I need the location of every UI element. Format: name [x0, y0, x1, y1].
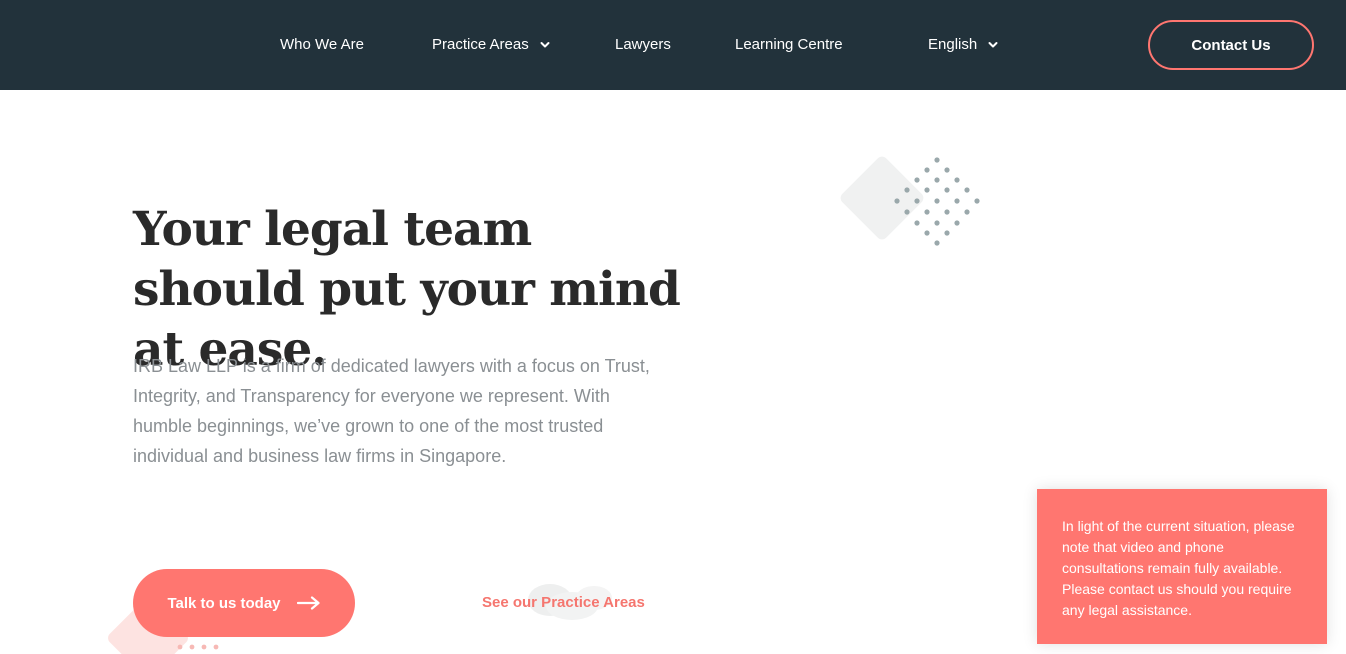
notice-text: In light of the current situation, pleas… — [1062, 518, 1295, 618]
talk-to-us-label: Talk to us today — [167, 594, 281, 612]
nav-lawyers[interactable]: Lawyers — [615, 34, 671, 56]
see-practice-areas-link[interactable]: See our Practice Areas — [482, 593, 645, 613]
language-selector-label: English — [928, 36, 978, 53]
language-selector[interactable]: English — [928, 34, 999, 56]
nav-practice-areas[interactable]: Practice Areas — [432, 34, 551, 56]
nav-lawyers-label: Lawyers — [615, 36, 671, 53]
arrow-right-icon — [296, 596, 320, 610]
diamond-dots-decoration — [840, 156, 980, 246]
talk-to-us-button[interactable]: Talk to us today — [133, 569, 355, 637]
top-navbar: Who We Are Practice Areas Lawyers Learni… — [0, 0, 1346, 90]
contact-us-label: Contact Us — [1191, 36, 1271, 54]
nav-who-we-are-label: Who We Are — [280, 36, 364, 53]
nav-learning-centre[interactable]: Learning Centre — [735, 34, 843, 56]
hero-description: IRB Law LLP is a firm of dedicated lawye… — [133, 356, 650, 466]
nav-who-we-are[interactable]: Who We Are — [280, 34, 364, 56]
covid-notice-popup: In light of the current situation, pleas… — [1037, 489, 1327, 644]
nav-practice-areas-label: Practice Areas — [432, 36, 529, 53]
nav-learning-centre-label: Learning Centre — [735, 36, 843, 53]
chevron-down-icon — [540, 42, 550, 48]
contact-us-button[interactable]: Contact Us — [1148, 20, 1314, 70]
chevron-down-icon — [988, 42, 998, 48]
